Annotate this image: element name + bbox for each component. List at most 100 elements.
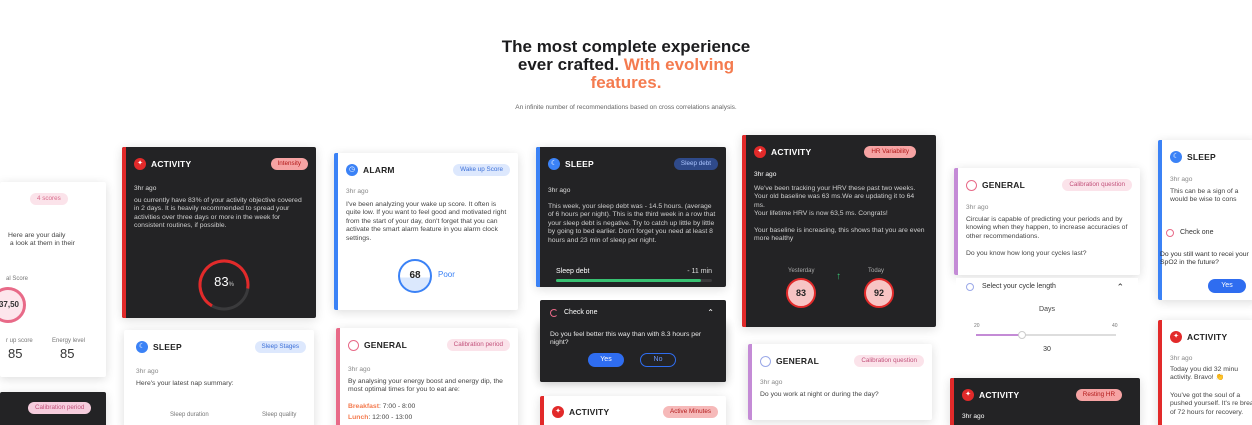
chevron-up-icon[interactable]: ⌃ <box>1116 282 1124 293</box>
card-header: GENERAL Calibration question <box>966 178 1132 192</box>
sleep-duration-label: Sleep duration <box>170 412 209 418</box>
card-title: ACTIVITY <box>569 406 610 417</box>
time-ago: 3hr ago <box>760 379 783 386</box>
alarm-card: ◷ ALARM Wake up Score 3hr ago I've been … <box>334 153 518 310</box>
card-stripe <box>748 344 752 420</box>
cycle-select-label[interactable]: Select your cycle length <box>982 283 1056 290</box>
feel-better-question: Do you feel better this way than with 8.… <box>550 331 702 347</box>
time-ago: 3hr ago <box>548 187 571 194</box>
sleep-debt-bar-fill <box>556 279 702 282</box>
gauge-unit: % <box>228 282 234 288</box>
scores-score-value: 37,50 <box>0 299 19 309</box>
sleep-quality-label: Sleep quality <box>262 412 297 418</box>
scores-col2-label: Energy level <box>52 338 86 344</box>
scores-card: 4 scores Here are your daily a look at t… <box>0 182 106 377</box>
no-button[interactable]: No <box>640 353 676 367</box>
card-stripe <box>122 147 126 318</box>
sleep-stages-card: ☾ SLEEP Sleep Stages 3hr ago Here's your… <box>124 330 314 425</box>
general-calibration-card: GENERAL Calibration period 3hr ago By an… <box>336 328 518 425</box>
moon-icon: ☾ <box>1170 151 1182 163</box>
cycle-loader-icon <box>966 283 974 291</box>
card-header: GENERAL Calibration period <box>348 338 510 352</box>
activity-right-card: ✦ ACTIVITY 3hr ago Today you did 32 minu… <box>1158 320 1252 425</box>
moon-icon: ☾ <box>548 158 560 170</box>
card-title: SLEEP <box>1187 151 1216 162</box>
general-circle-icon <box>760 355 771 367</box>
breakfast-label: Breakfast <box>348 403 379 410</box>
scores-score-circle: 37,50 <box>0 287 26 323</box>
calibration-question-pill: Calibration question <box>854 354 924 368</box>
arrow-up-icon: ↑ <box>836 271 841 282</box>
card-header: ☾ SLEEP <box>1170 150 1250 164</box>
time-ago: 3hr ago <box>966 204 989 211</box>
yesterday-circle: 83 <box>786 278 816 308</box>
yes-button[interactable]: Yes <box>588 353 624 367</box>
slider-max-label: 40 <box>1112 323 1118 329</box>
card-header: ☾ SLEEP Sleep Stages <box>136 340 306 354</box>
yesterday-label: Yesterday <box>788 268 815 274</box>
card-body: ou currently have 83% of your activity o… <box>134 197 302 230</box>
calibration-period-pill: Calibration period <box>28 402 92 415</box>
lunch-label: Lunch <box>348 414 369 421</box>
card-title: ACTIVITY <box>151 158 192 169</box>
card-body: This can be a sign of a would be wise to… <box>1170 188 1239 204</box>
card-stripe <box>1158 320 1162 425</box>
moon-icon: ☾ <box>136 341 148 353</box>
sleep-stages-pill: Sleep Stages <box>254 340 306 354</box>
card-header: GENERAL Calibration question <box>760 354 924 368</box>
hero-title-line3: features. <box>590 73 662 92</box>
wake-score-value: 68 <box>409 269 421 281</box>
hrv-body-2: Your lifetime HRV is now 63,5 ms. Congra… <box>754 210 888 217</box>
cycle-slider-thumb[interactable] <box>1018 331 1027 339</box>
hero-subtitle: An infinite number of recommendations ba… <box>515 104 737 111</box>
card-header: ✦ ACTIVITY Intensity <box>134 157 308 171</box>
cycle-slider-track[interactable] <box>976 331 1116 339</box>
general-night-card: GENERAL Calibration question 3hr ago Do … <box>748 344 932 420</box>
card-title: ALARM <box>363 164 395 175</box>
check-loader-icon <box>1166 229 1174 237</box>
cycle-slider-fill <box>976 334 1023 336</box>
active-minutes-pill: Active Minutes <box>663 405 718 419</box>
time-ago: 3hr ago <box>134 185 157 192</box>
sleep-debt-card: ☾ SLEEP Sleep debt 3hr ago This week, yo… <box>536 147 726 287</box>
scores-body: Here are your daily a look at them in th… <box>8 232 75 248</box>
gauge-value: 83 <box>214 274 229 289</box>
today-label: Today <box>868 268 885 274</box>
cycle-value: 30 <box>1043 346 1051 353</box>
card-body: I've been analyzing your wake up score. … <box>346 201 507 242</box>
card-title: ACTIVITY <box>771 146 812 157</box>
card-stripe <box>540 396 544 425</box>
activity-intensity-card: ✦ ACTIVITY Intensity 3hr ago ou currentl… <box>122 147 316 318</box>
card-title: GENERAL <box>364 339 407 350</box>
hr-variability-pill: HR Variability <box>864 145 916 159</box>
intensity-pill: Intensity <box>270 157 308 171</box>
running-icon: ✦ <box>962 389 974 401</box>
sleep-debt-pill: Sleep debt <box>673 157 718 171</box>
card-header: ☾ SLEEP Sleep debt <box>548 157 718 171</box>
hr-variability-card: ✦ ACTIVITY HR Variability 3hr ago We've … <box>742 135 936 327</box>
calibration-question-pill: Calibration question <box>1062 178 1132 192</box>
time-ago: 3hr ago <box>962 413 985 420</box>
lunch-value: : 12:00 - 13:00 <box>368 414 413 421</box>
collapse-chevron-icon[interactable]: ⌃ <box>707 308 714 317</box>
yes-button[interactable]: Yes <box>1208 279 1246 293</box>
wake-up-score-pill: Wake up Score <box>453 163 510 177</box>
activity-body-1: Today you did 32 minu activity. Bravo! 👏 <box>1170 366 1239 382</box>
time-ago: 3hr ago <box>348 366 371 373</box>
cycle-question: Do you know how long your cycles last? <box>966 250 1087 257</box>
scores-col1-label: r up score <box>6 338 33 344</box>
time-ago: 3hr ago <box>136 368 159 375</box>
card-body: By analysing your energy boost and energ… <box>348 378 503 394</box>
check-one-label: Check one <box>564 309 598 316</box>
loader-icon <box>550 309 558 317</box>
card-title: SLEEP <box>565 158 594 169</box>
scores-score-label: al Score <box>6 276 29 282</box>
time-ago: 3hr ago <box>754 171 777 178</box>
active-minutes-card: ✦ ACTIVITY Active Minutes <box>540 396 726 425</box>
alarm-clock-icon: ◷ <box>346 164 358 176</box>
running-icon: ✦ <box>552 406 564 418</box>
wake-score-circle: 68 <box>398 259 432 293</box>
time-ago: 3hr ago <box>346 188 369 195</box>
check-one-label: Check one <box>1180 229 1214 236</box>
yesterday-value: 83 <box>795 287 806 298</box>
